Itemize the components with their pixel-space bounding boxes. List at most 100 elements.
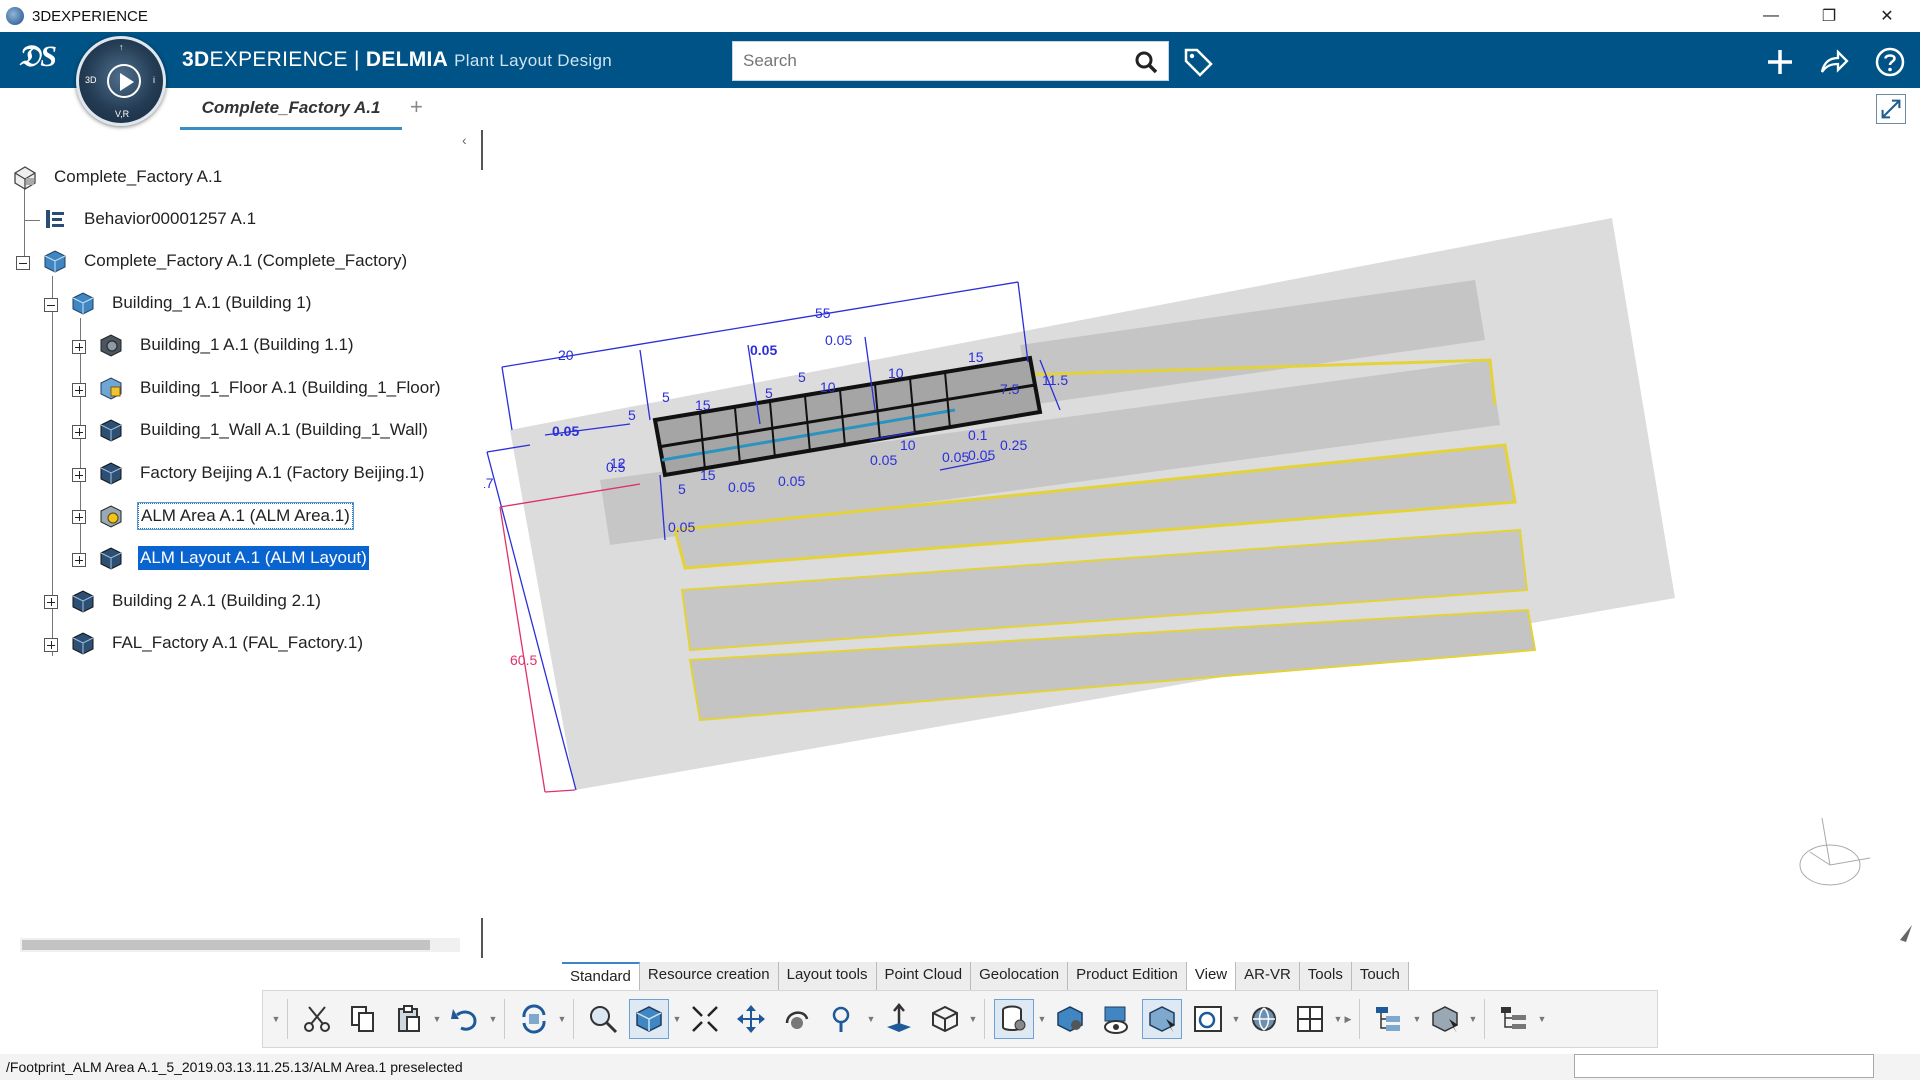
render-settings-button[interactable] (994, 999, 1034, 1039)
undo-dropdown[interactable]: ▼ (488, 999, 498, 1039)
environment-button[interactable] (1244, 999, 1284, 1039)
action-bar-menu-icon[interactable]: ▼ (271, 999, 281, 1039)
collapse-tree-button[interactable]: ‹ (462, 132, 476, 154)
share-icon[interactable] (1818, 46, 1850, 78)
command-input[interactable] (1574, 1054, 1874, 1078)
tab-layout-tools[interactable]: Layout tools (778, 962, 877, 992)
cut-button[interactable] (297, 999, 337, 1039)
help-icon[interactable] (1874, 46, 1906, 78)
expand-toggle-child-1[interactable] (72, 340, 86, 354)
expand-toggle-child-5[interactable] (72, 510, 86, 524)
tree-node-child-2[interactable]: Building_1_Floor A.1 (Building_1_Floor) (98, 373, 443, 403)
render-settings-dropdown[interactable]: ▼ (1037, 999, 1047, 1039)
zoom-area-dropdown[interactable]: ▼ (866, 999, 876, 1039)
expand-toggle-factory[interactable] (16, 256, 30, 270)
tab-resource-creation[interactable]: Resource creation (639, 962, 779, 992)
brand-prefix: 3D (182, 48, 210, 71)
toolbar-more-arrow[interactable]: ▶ (1343, 999, 1353, 1039)
add-icon[interactable] (1764, 46, 1796, 78)
expand-toggle-child-6[interactable] (72, 553, 86, 567)
tab-geolocation[interactable]: Geolocation (971, 962, 1069, 992)
tree-node-child-3[interactable]: Building_1_Wall A.1 (Building_1_Wall) (98, 415, 430, 445)
view-cube-button[interactable] (629, 999, 669, 1039)
tab-touch[interactable]: Touch (1351, 962, 1409, 992)
tab-point-cloud[interactable]: Point Cloud (876, 962, 972, 992)
compass-right-label: i (153, 75, 155, 85)
tree-node-root[interactable]: Complete_Factory A.1 (12, 162, 224, 192)
search-input[interactable] (733, 42, 1113, 80)
zoom-button[interactable] (583, 999, 623, 1039)
zoom-area-button[interactable] (823, 999, 863, 1039)
tree-node-building1[interactable]: Building_1 A.1 (Building 1) (70, 288, 313, 318)
tree-node-fal[interactable]: FAL_Factory A.1 (FAL_Factory.1) (70, 628, 365, 658)
minimize-button[interactable]: — (1742, 0, 1800, 32)
maximize-viewer-icon[interactable] (1876, 94, 1906, 124)
expand-toggle-child-2[interactable] (72, 383, 86, 397)
restore-button[interactable]: ❐ (1800, 0, 1858, 32)
dim-label: 0.05 (552, 423, 579, 439)
tree-node-behavior[interactable]: Behavior00001257 A.1 (42, 204, 258, 234)
dim-label: 0.05 (728, 479, 755, 495)
normal-view-button[interactable] (879, 999, 919, 1039)
tab-view[interactable]: View (1186, 962, 1237, 992)
reorder-dropdown[interactable]: ▼ (1468, 999, 1478, 1039)
selection-mode-button[interactable] (1142, 999, 1182, 1039)
floor-part-icon (100, 377, 122, 400)
tag-icon[interactable] (1182, 46, 1214, 78)
undo-button[interactable] (445, 999, 485, 1039)
layout-split-button[interactable] (1290, 999, 1330, 1039)
tree-node-child-4[interactable]: Factory Beijing A.1 (Factory Beijing.1) (98, 458, 426, 488)
3d-viewer[interactable]: 55 20 0.05 0.05 0.05 15 5 15 5 5 10 10 7… (484, 130, 1920, 960)
add-tab-button[interactable]: + (410, 94, 423, 120)
capture-button[interactable] (1188, 999, 1228, 1039)
tree-horizontal-scrollbar[interactable] (20, 938, 460, 952)
expand-toggle-fal[interactable] (44, 638, 58, 652)
dassault-logo-icon[interactable]: 𝔇S (18, 40, 57, 74)
rotate-button[interactable] (777, 999, 817, 1039)
tree-node-factory[interactable]: Complete_Factory A.1 (Complete_Factory) (42, 246, 409, 276)
structure-dropdown[interactable]: ▼ (1537, 999, 1547, 1039)
view-mode-button[interactable] (925, 999, 965, 1039)
search-icon[interactable] (1134, 50, 1158, 74)
tab-tools[interactable]: Tools (1299, 962, 1352, 992)
visibility-button[interactable] (1096, 999, 1136, 1039)
split-view-icon (1297, 1006, 1323, 1032)
capture-dropdown[interactable]: ▼ (1231, 999, 1241, 1039)
panel-splitter-bottom[interactable] (481, 918, 483, 958)
copy-button[interactable] (343, 999, 383, 1039)
expand-toggle-child-4[interactable] (72, 468, 86, 482)
fit-all-button[interactable] (685, 999, 725, 1039)
tree-node-child-1[interactable]: Building_1 A.1 (Building 1.1) (98, 330, 356, 360)
tab-complete-factory[interactable]: Complete_Factory A.1 (180, 88, 402, 130)
scrollbar-thumb[interactable] (22, 940, 430, 950)
close-window-button[interactable]: ✕ (1858, 0, 1916, 32)
tree-expand-dropdown[interactable]: ▼ (1412, 999, 1422, 1039)
paste-button[interactable] (389, 999, 429, 1039)
layout-split-dropdown[interactable]: ▼ (1333, 999, 1343, 1039)
update-button[interactable] (514, 999, 554, 1039)
tab-ar-vr[interactable]: AR-VR (1236, 962, 1300, 992)
tree-node-building2[interactable]: Building 2 A.1 (Building 2.1) (70, 586, 323, 616)
tree-node-child-5[interactable]: ALM Area A.1 (ALM Area.1) (98, 501, 354, 531)
expand-toggle-building2[interactable] (44, 595, 58, 609)
expand-toggle-child-3[interactable] (72, 425, 86, 439)
panel-splitter[interactable] (481, 130, 483, 170)
view-cube-dropdown[interactable]: ▼ (672, 999, 682, 1039)
view-mode-dropdown[interactable]: ▼ (968, 999, 978, 1039)
reorder-button[interactable] (1425, 999, 1465, 1039)
structure-button[interactable] (1494, 999, 1534, 1039)
dim-label: 15 (700, 467, 716, 483)
update-dropdown[interactable]: ▼ (557, 999, 567, 1039)
dim-label: 5 (662, 389, 670, 405)
tab-product-edition[interactable]: Product Edition (1068, 962, 1187, 992)
expand-toggle-building1[interactable] (44, 298, 58, 312)
pan-button[interactable] (731, 999, 771, 1039)
paste-dropdown[interactable]: ▼ (432, 999, 442, 1039)
tree-expand-button[interactable] (1369, 999, 1409, 1039)
compass-button[interactable]: ↑ 3D i V,R (76, 36, 166, 126)
hide-show-button[interactable] (1050, 999, 1090, 1039)
dim-label: 17 (484, 475, 494, 491)
tab-standard[interactable]: Standard (562, 962, 640, 992)
tree-node-child-6[interactable]: ALM Layout A.1 (ALM Layout) (98, 543, 369, 573)
axis-triad-icon[interactable] (1799, 817, 1871, 886)
